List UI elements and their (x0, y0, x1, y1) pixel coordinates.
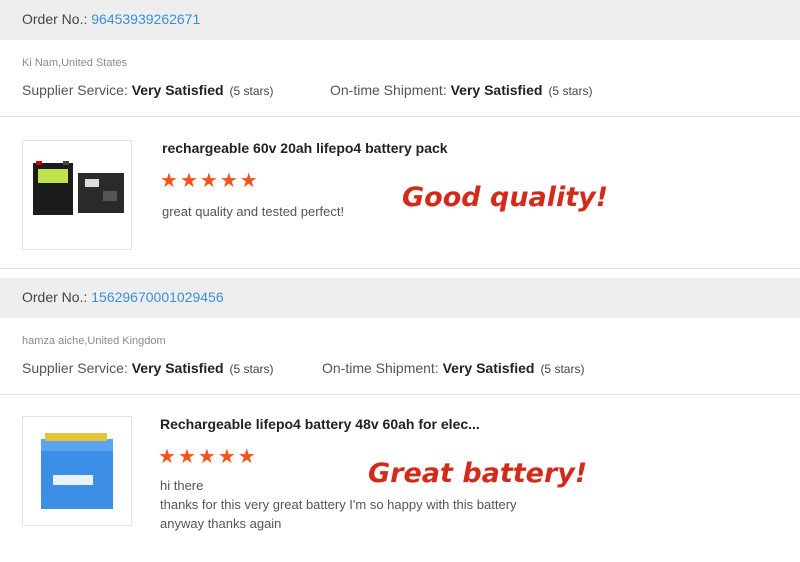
rating-stars: ★★★★★ (160, 168, 260, 193)
order-label: Order No.: 96453939262671 (22, 11, 201, 27)
callout-text: Great battery! (368, 458, 588, 489)
star-icon: ★ (217, 446, 238, 468)
reviewer-location: hamza aiche,United Kingdom (22, 335, 166, 347)
divider (0, 268, 800, 269)
divider (0, 394, 800, 395)
star-icon: ★ (239, 170, 260, 192)
product-title-link[interactable]: Rechargeable lifepo4 battery 48v 60ah fo… (160, 416, 480, 432)
star-icon: ★ (219, 170, 240, 192)
order-number-link[interactable]: 96453939262671 (91, 11, 200, 27)
shipment-rating: On-time Shipment: Very Satisfied (5 stars… (322, 360, 585, 376)
star-icon: ★ (237, 446, 258, 468)
product-thumbnail[interactable] (22, 416, 132, 526)
reviewer-location: Ki Nam,United States (22, 57, 128, 69)
star-icon: ★ (179, 170, 200, 192)
order-number-link[interactable]: 15629670001029456 (91, 289, 223, 305)
order-header: Order No.: 15629670001029456 (0, 278, 800, 318)
supplier-service-rating: Supplier Service: Very Satisfied (5 stars… (22, 82, 274, 98)
star-icon: ★ (177, 446, 198, 468)
star-icon: ★ (197, 446, 218, 468)
product-title-link[interactable]: rechargeable 60v 20ah lifepo4 battery pa… (162, 140, 448, 156)
review-comment: great quality and tested perfect! (162, 204, 345, 219)
rating-stars: ★★★★★ (158, 444, 258, 469)
star-icon: ★ (160, 170, 180, 192)
shipment-rating: On-time Shipment: Very Satisfied (5 stars… (330, 82, 593, 98)
supplier-service-rating: Supplier Service: Very Satisfied (5 stars… (22, 360, 274, 376)
callout-text: Good quality! (402, 182, 609, 213)
star-icon: ★ (199, 170, 220, 192)
star-icon: ★ (158, 446, 178, 468)
order-label: Order No.: 15629670001029456 (22, 289, 224, 305)
order-header: Order No.: 96453939262671 (0, 0, 800, 40)
divider (0, 116, 800, 117)
product-thumbnail[interactable] (22, 140, 132, 250)
